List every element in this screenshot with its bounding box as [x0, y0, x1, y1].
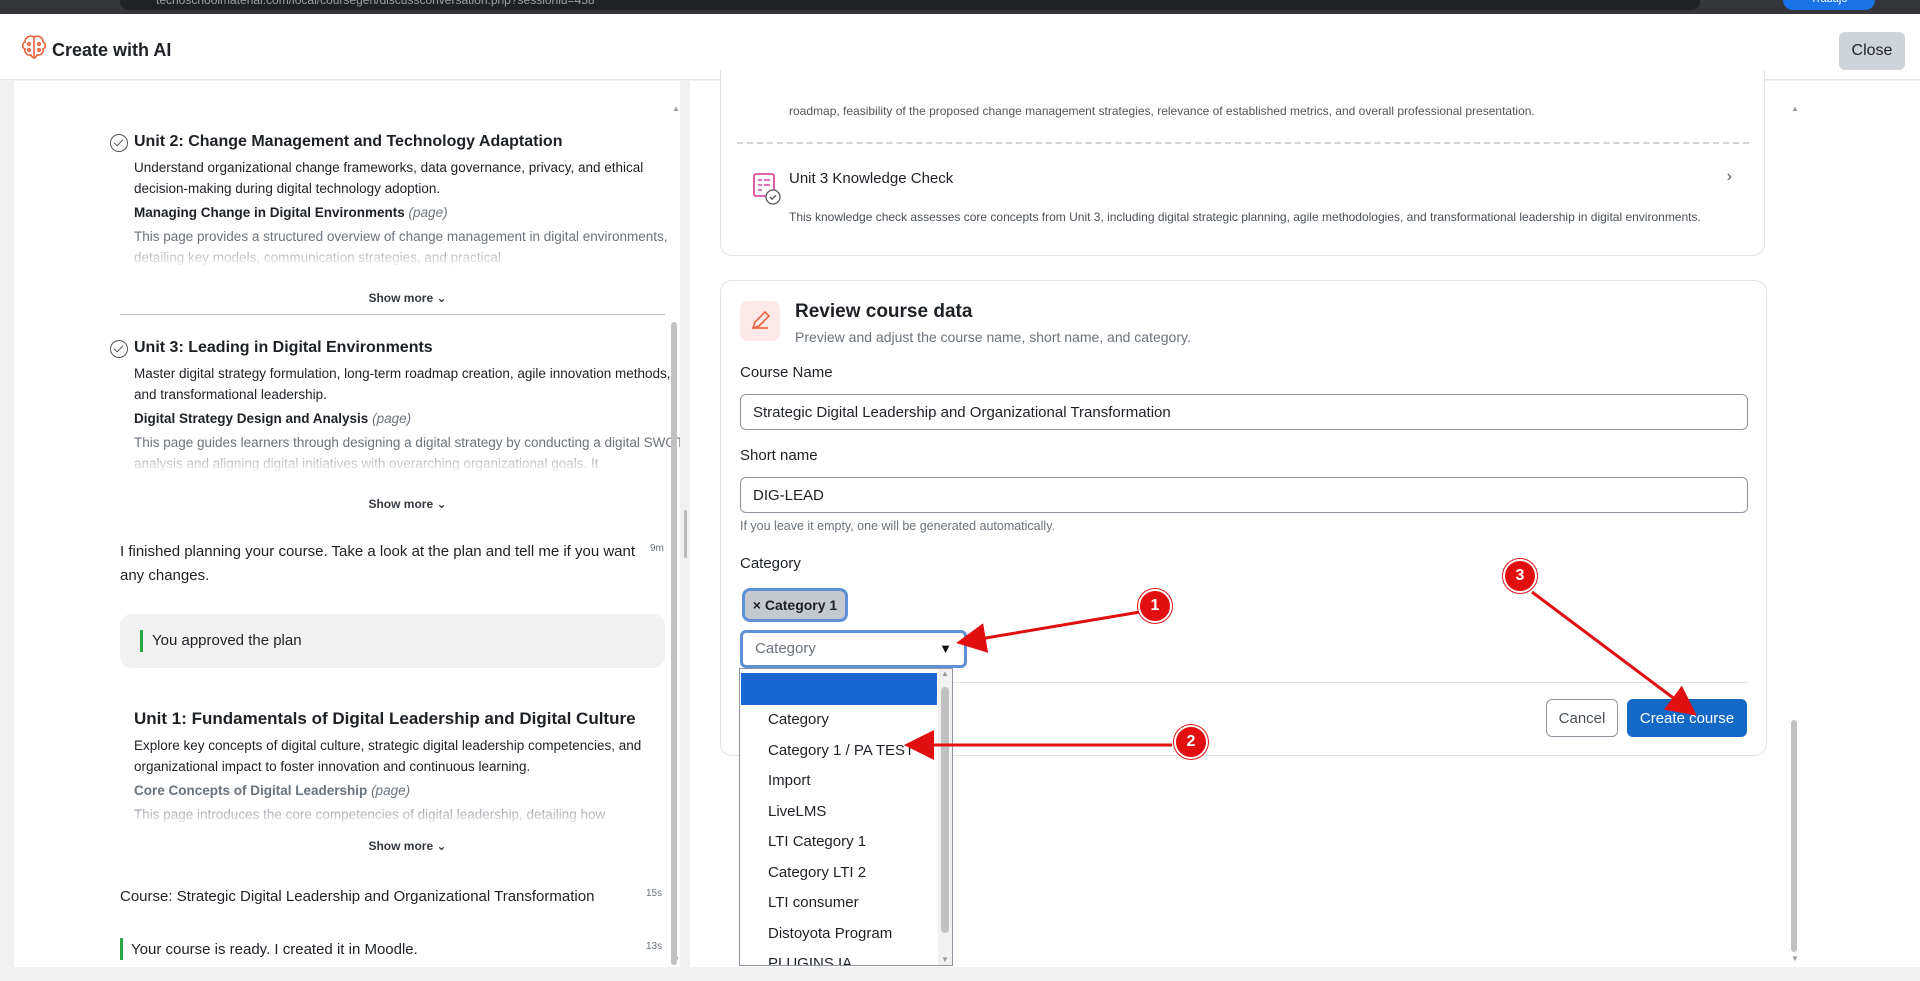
category-label: Category	[740, 555, 801, 572]
unit-page-title: Managing Change in Digital Environments …	[134, 205, 680, 220]
page-title-text: Digital Strategy Design and Analysis	[134, 411, 369, 426]
page-kind: (page)	[408, 205, 448, 220]
activity-description: roadmap, feasibility of the proposed cha…	[789, 104, 1535, 118]
knowledge-check-title[interactable]: Unit 3 Knowledge Check	[789, 170, 953, 187]
category-placeholder: Category	[755, 640, 816, 657]
preview-scrollbar[interactable]	[1790, 104, 1798, 966]
dashed-divider	[737, 142, 1749, 144]
message-timestamp: 13s	[646, 941, 663, 952]
annotation-badge-3: 3	[1503, 559, 1537, 593]
unit-3-block: Unit 3: Leading in Digital Environments …	[110, 339, 680, 474]
review-title: Review course data	[795, 301, 973, 322]
scrollbar-thumb[interactable]	[671, 322, 677, 965]
close-button[interactable]: Close	[1839, 32, 1905, 70]
approved-text: You approved the plan	[152, 632, 302, 649]
scroll-up-arrow[interactable]: ▲	[941, 669, 949, 678]
short-name-label: Short name	[740, 447, 818, 464]
option-lti-consumer[interactable]: LTI consumer	[740, 888, 938, 918]
status-bar	[140, 630, 143, 652]
unit-title: Unit 1: Fundamentals of Digital Leadersh…	[134, 709, 636, 728]
option-category-lti-2[interactable]: Category LTI 2	[740, 858, 938, 888]
chevron-down-icon: ⌄	[436, 839, 447, 853]
course-name-input[interactable]	[740, 394, 1748, 430]
category-options-list[interactable]: Category Category 1 / PA TEST Import Liv…	[739, 668, 953, 966]
scrollbar-thumb[interactable]	[1791, 720, 1797, 952]
page-kind: (page)	[371, 783, 411, 798]
option-livelms[interactable]: LiveLMS	[740, 797, 938, 827]
chevron-down-icon: ⌄	[436, 497, 447, 511]
status-bar	[120, 938, 123, 960]
brain-icon	[21, 35, 47, 59]
profile-button[interactable]: Trabajo	[1783, 0, 1875, 10]
short-name-input[interactable]	[740, 477, 1748, 513]
option-category[interactable]: Category	[740, 705, 938, 735]
category-autocomplete[interactable]: Category ▼	[740, 630, 967, 668]
show-more-button[interactable]: Show more ⌄	[135, 839, 680, 853]
divider	[120, 314, 665, 315]
create-course-button[interactable]: Create course	[1627, 699, 1747, 737]
scroll-down-arrow[interactable]: ▼	[1791, 954, 1799, 963]
browser-toolbar: tecnoschoolmaterial.com/local/coursegen/…	[0, 0, 1920, 14]
option-import[interactable]: Import	[740, 766, 938, 796]
unit-page-description: This page guides learners through design…	[134, 432, 680, 474]
course-name-label: Course Name	[740, 364, 833, 381]
page-title: Create with AI	[52, 40, 172, 60]
quiz-icon	[753, 173, 781, 205]
chevron-down-icon: ⌄	[436, 291, 447, 305]
show-more-label: Show more	[368, 291, 434, 305]
option-distoyota-program[interactable]: Distoyota Program	[740, 919, 938, 949]
show-more-button[interactable]: Show more ⌄	[135, 291, 680, 305]
unit-title: Unit 2: Change Management and Technology…	[134, 133, 563, 150]
unit-1-block: Unit 1: Fundamentals of Digital Leadersh…	[134, 709, 680, 828]
message-timestamp: 9m	[650, 543, 664, 554]
conversation-scrollbar[interactable]	[670, 104, 678, 966]
short-name-hint: If you leave it empty, one will be gener…	[740, 519, 1055, 533]
review-subtitle: Preview and adjust the course name, shor…	[795, 329, 1191, 345]
page-title-text: Core Concepts of Digital Leadership	[134, 783, 368, 798]
show-more-label: Show more	[368, 497, 434, 511]
options-scrollbar[interactable]: ▲ ▼	[938, 669, 952, 965]
page-kind: (page)	[372, 411, 412, 426]
pencil-icon	[751, 310, 771, 330]
knowledge-check-description: This knowledge check assesses core conce…	[789, 210, 1701, 224]
unit-title: Unit 3: Leading in Digital Environments	[134, 339, 433, 356]
unit-description: Master digital strategy formulation, lon…	[134, 366, 671, 402]
plan-card: roadmap, feasibility of the proposed cha…	[720, 70, 1765, 256]
scroll-down-arrow[interactable]: ▼	[941, 955, 949, 964]
option-blank[interactable]	[741, 673, 937, 705]
show-more-label: Show more	[368, 839, 434, 853]
message-timestamp: 15s	[646, 888, 663, 899]
resize-handle[interactable]	[684, 510, 687, 558]
option-plugins-ia[interactable]: PLUGINS IA	[740, 949, 938, 965]
check-circle-icon	[110, 340, 128, 358]
ready-message: Your course is ready. I created it in Mo…	[131, 941, 418, 958]
unit-description: Understand organizational change framewo…	[134, 160, 644, 196]
scrollbar-thumb[interactable]	[941, 687, 949, 933]
option-lti-category-1[interactable]: LTI Category 1	[740, 827, 938, 857]
annotation-badge-1: 1	[1138, 589, 1172, 623]
page-title-text: Managing Change in Digital Environments	[134, 205, 405, 220]
option-category-1-pa-test[interactable]: Category 1 / PA TEST	[740, 736, 938, 766]
address-bar[interactable]: tecnoschoolmaterial.com/local/coursegen/…	[120, 0, 1700, 10]
approved-plan-bubble: You approved the plan	[120, 614, 665, 668]
course-message: Course: Strategic Digital Leadership and…	[120, 888, 595, 905]
unit-page-title: Digital Strategy Design and Analysis (pa…	[134, 411, 680, 426]
show-more-button[interactable]: Show more ⌄	[135, 497, 680, 511]
annotation-badge-2: 2	[1174, 725, 1208, 759]
edit-icon-box	[740, 301, 780, 341]
unit-2-block: Unit 2: Change Management and Technology…	[110, 133, 680, 268]
unit-page-description: This page introduces the core competenci…	[134, 804, 680, 828]
unit-page-description: This page provides a structured overview…	[134, 226, 680, 268]
check-circle-icon	[110, 134, 128, 152]
selected-category-chip[interactable]: × Category 1	[742, 588, 848, 622]
chevron-right-icon[interactable]: ›	[1727, 168, 1732, 186]
cancel-button[interactable]: Cancel	[1546, 699, 1618, 737]
assistant-message: I finished planning your course. Take a …	[120, 543, 636, 584]
dropdown-arrow-icon[interactable]: ▼	[939, 641, 952, 656]
unit-page-title: Core Concepts of Digital Leadership (pag…	[134, 783, 680, 798]
unit-description: Explore key concepts of digital culture,…	[134, 738, 642, 774]
conversation-panel: ▲ Unit 2: Change Management and Technolo…	[14, 81, 680, 967]
